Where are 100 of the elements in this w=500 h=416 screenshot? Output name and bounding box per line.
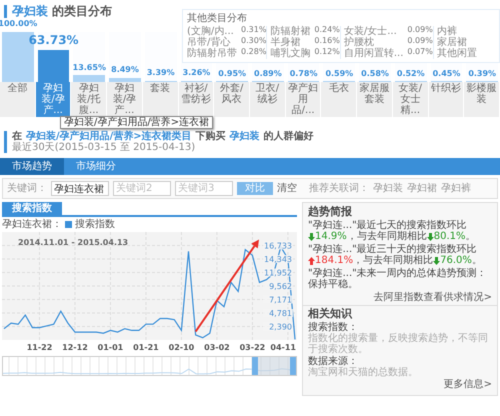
category-label: 女装/女士...: [344, 26, 397, 37]
category-tab[interactable]: 外套/风衣: [214, 82, 250, 118]
category-share: 0.12%: [314, 48, 340, 58]
term-description: 淘宝网和天猫的总数据。: [308, 367, 419, 378]
share-value: 0.59%: [325, 69, 354, 80]
y-tick-label: 16,733: [264, 242, 292, 251]
keyword-field[interactable]: 关键词2: [113, 181, 171, 196]
category-share: 0.07%: [407, 48, 433, 58]
x-tick-label: 03-22: [240, 343, 266, 352]
category-tab[interactable]: 影楼服装: [464, 82, 500, 118]
heading-text: 在: [12, 131, 22, 142]
category-share: 0.16%: [314, 37, 340, 47]
category-tab[interactable]: 孕妇装/托腹...: [71, 82, 108, 118]
x-tick-label: 12-12: [62, 343, 88, 352]
category-label: 内裤: [436, 26, 457, 37]
date-range-label: 2014.11.01 - 2015.04.13: [18, 238, 128, 248]
category-name: 孕妇装: [12, 4, 48, 18]
category-label: 哺乳文胸: [270, 48, 310, 59]
trend-summary: "孕妇连..."最近七天的搜索指数环比 14.9%，与去年同期相比 80.1%。: [308, 220, 477, 242]
down-arrow-icon: [433, 256, 440, 265]
x-tick-label: 01-01: [98, 343, 124, 352]
related-keyword-link[interactable]: 孕妇裤: [441, 183, 471, 194]
legend-swatch: [65, 221, 72, 228]
keyword-field[interactable]: 关键词3: [175, 181, 233, 196]
heading-text: 下购买: [196, 131, 226, 142]
category-tab[interactable]: 毛衣: [321, 82, 358, 118]
term-description: 指数化的搜索量，反映搜索趋势，不等同于搜索次数。: [308, 333, 489, 356]
field-label: 关键词：: [7, 183, 47, 194]
x-tick-label: 11-22: [26, 343, 52, 352]
range-navigator[interactable]: [2, 356, 297, 376]
category-label: 防辐射裙: [270, 26, 310, 37]
category-label: 其他闲置: [436, 48, 477, 59]
category-tab[interactable]: 家居服套装: [357, 82, 393, 118]
category-label: 家居裙: [436, 37, 467, 48]
panel-title: 趋势简报: [308, 206, 353, 218]
category-tab[interactable]: 衬衫/雪纺衫: [178, 82, 214, 118]
category-tab[interactable]: 套装: [142, 82, 179, 118]
category-share: 0.09%: [407, 26, 433, 36]
tab[interactable]: 市场细分: [64, 158, 128, 176]
category-label: 半身裙: [270, 37, 300, 48]
x-tick-label: 01-21: [133, 343, 159, 352]
share-value: 8.49%: [111, 65, 139, 76]
category-share: 0.31%: [241, 26, 266, 36]
trend-summary: "孕妇连..."最近三十天的搜索指数环比 184.1%，与去年同期相比 76.0%。: [308, 244, 483, 266]
category-label: 护腰枕: [344, 37, 374, 48]
y-tick-label: 7,171: [269, 296, 292, 305]
share-value: 0.95%: [218, 68, 246, 80]
share-value: 0.39%: [468, 69, 496, 80]
x-tick-label: 02-10: [168, 343, 194, 352]
more-link[interactable]: 更多信息>: [308, 379, 492, 390]
related-keyword-link[interactable]: 孕妇装: [373, 183, 403, 194]
y-tick-label: 9,562: [269, 282, 292, 292]
share-value: 3.26%: [182, 68, 210, 79]
category-label: 自用闲置转...: [344, 48, 404, 59]
trend-summary: "孕妇连..."未来一周内的总体趋势预测：保持平稳。: [308, 268, 488, 290]
category-tab[interactable]: 全部: [0, 82, 36, 118]
period-text: 最近30天(2015-03-15 至 2015-04-13): [12, 142, 196, 154]
tab[interactable]: 市场趋势: [0, 158, 64, 176]
share-value: 63.73%: [28, 32, 79, 48]
category-tab[interactable]: 卫衣/绒衫: [250, 82, 286, 118]
tooltip: 孕妇装/孕产妇用品/营养>连衣裙: [60, 116, 214, 130]
keyword-field[interactable]: 孕妇连衣裙: [51, 181, 109, 196]
heading-link[interactable]: 孕妇装/孕产妇用品/营养>连衣裙类目: [26, 131, 192, 142]
down-arrow-icon: [308, 232, 315, 241]
share-value: 3.39%: [146, 68, 175, 78]
y-tick-label: 4,781: [269, 309, 292, 318]
section-title: 的类目分布: [52, 4, 112, 18]
up-arrow-icon: [308, 256, 315, 265]
category-tab[interactable]: 女装/女士精...: [392, 82, 429, 118]
share-value: 0.58%: [361, 69, 389, 80]
x-tick-label: 03-02: [204, 343, 230, 352]
category-label: 防辐射吊带: [187, 48, 237, 59]
field-label: 推荐关联词：: [309, 183, 369, 194]
clear-link[interactable]: 清空: [277, 183, 297, 194]
chart-tab[interactable]: 搜索指数: [2, 202, 62, 216]
series-label: 孕妇连衣裙：: [2, 219, 62, 230]
term-label: 数据来源：: [308, 356, 358, 368]
category-tab[interactable]: 针织衫: [428, 82, 464, 118]
y-tick-label: 14,343: [264, 255, 292, 264]
category-share: 0.28%: [241, 48, 266, 58]
share-value: 0.89%: [254, 68, 282, 80]
category-label: (文胸/内...: [187, 26, 234, 37]
range-handle[interactable]: [290, 357, 296, 376]
share-value: 0.78%: [290, 69, 318, 80]
term-label: 搜索指数：: [308, 322, 358, 334]
heading-text: 的人群偏好: [264, 131, 314, 142]
category-tab[interactable]: 孕产妇用品/...: [286, 82, 322, 118]
y-tick-label: 2,390: [269, 322, 292, 332]
category-tab[interactable]: 孕妇装/孕产...: [36, 82, 72, 118]
down-arrow-icon: [426, 232, 434, 241]
more-link[interactable]: 去阿里指数查看供求情况>: [308, 292, 492, 304]
share-value: 0.52%: [396, 69, 425, 80]
heading-link[interactable]: 孕妇装: [230, 131, 260, 142]
related-keyword-link[interactable]: 孕妇裙: [407, 183, 437, 194]
category-tab[interactable]: 孕妇装/孕产...: [107, 82, 143, 118]
share-value: 0.45%: [432, 69, 460, 80]
panel-title: 其他类目分布: [187, 13, 248, 24]
legend-label: 搜索指数: [75, 219, 115, 230]
panel-title: 相关知识: [308, 308, 354, 320]
category-share: 0.24%: [314, 26, 340, 36]
